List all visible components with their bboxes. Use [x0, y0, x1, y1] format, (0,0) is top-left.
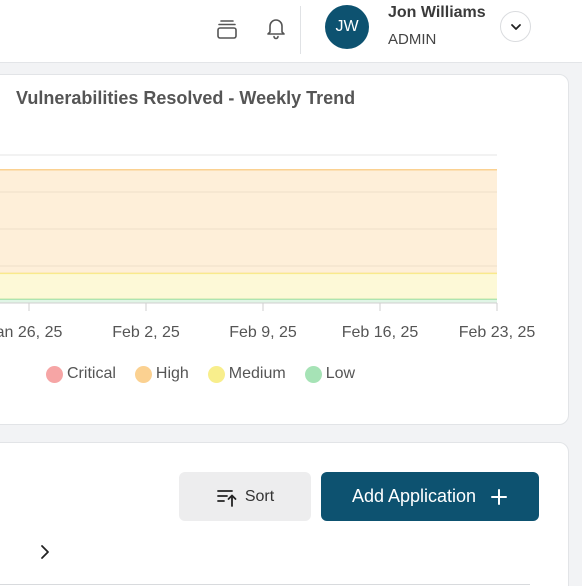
- legend-label: Low: [325, 365, 356, 382]
- user-role: ADMIN: [388, 31, 437, 48]
- legend-dot: [46, 365, 63, 383]
- legend-label: High: [155, 365, 189, 382]
- table-divider: [0, 584, 530, 585]
- x-tick-label: Feb 23, 25: [459, 324, 536, 341]
- add-application-label: Add Application: [351, 486, 477, 506]
- user-name: Jon Williams: [388, 4, 486, 21]
- sort-button[interactable]: Sort: [179, 472, 311, 521]
- header-divider: [300, 6, 301, 54]
- legend-label: Medium: [228, 365, 286, 382]
- legend-label: Critical: [67, 365, 116, 382]
- area-medium: [0, 273, 497, 300]
- legend-item-medium[interactable]: Medium: [207, 365, 286, 383]
- stack-icon[interactable]: [214, 16, 240, 42]
- chevron-down-icon: [509, 20, 523, 34]
- legend-item-critical[interactable]: Critical: [46, 365, 116, 383]
- plus-icon: [490, 488, 508, 506]
- add-application-button[interactable]: Add Application: [321, 472, 539, 521]
- sort-label: Sort: [244, 487, 275, 505]
- avatar[interactable]: JW: [325, 5, 369, 49]
- chart-legend: Critical High Medium Low: [46, 365, 374, 383]
- x-tick-label: an 26, 25: [0, 324, 62, 341]
- weekly-trend-chart: an 26, 25 Feb 2, 25 Feb 9, 25 Feb 16, 25 Feb…: [0, 154, 536, 341]
- legend-dot: [304, 365, 322, 383]
- legend-dot: [134, 365, 152, 383]
- bell-icon[interactable]: [263, 15, 289, 41]
- chart-title: Vulnerabilities Resolved - Weekly Trend: [16, 88, 356, 108]
- legend-dot: [207, 365, 225, 383]
- x-tick-label: Feb 16, 25: [342, 324, 419, 341]
- user-menu-button[interactable]: [500, 11, 531, 42]
- sort-icon: [216, 487, 238, 507]
- x-tick-label: Feb 9, 25: [229, 324, 297, 341]
- chevron-right-icon[interactable]: [34, 542, 54, 562]
- area-high: [0, 169, 497, 274]
- legend-item-high[interactable]: High: [134, 365, 189, 383]
- top-bar: JW Jon Williams ADMIN: [0, 0, 582, 63]
- avatar-initials: JW: [335, 18, 359, 35]
- x-tick-label: Feb 2, 25: [112, 324, 180, 341]
- legend-item-low[interactable]: Low: [304, 365, 356, 383]
